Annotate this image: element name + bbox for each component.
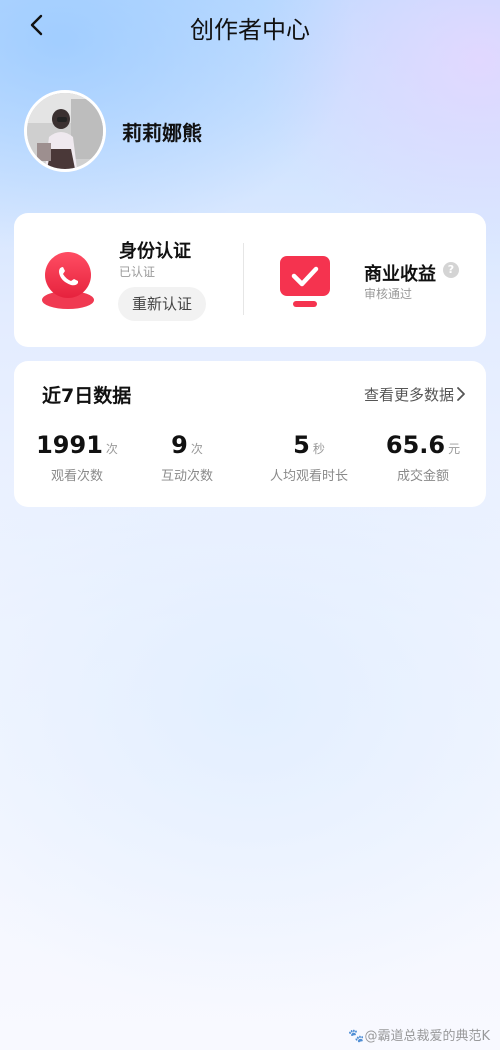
business-status: 审核通过 (364, 287, 413, 301)
page-title: 创作者中心 (190, 16, 310, 44)
stat-unit: 元 (448, 442, 461, 456)
nav-bar: 创作者中心 (0, 0, 500, 50)
stat-label: 人均观看时长 (269, 469, 348, 484)
profile-section: 莉莉娜熊 (24, 88, 202, 174)
stat-value: 9 (171, 431, 188, 459)
business-title: 商业收益 (364, 264, 436, 285)
stat-interactions[interactable]: 9次 互动次数 (128, 431, 246, 484)
stat-unit: 秒 (312, 442, 325, 456)
stat-views[interactable]: 1991 次 观看次数 (18, 431, 136, 484)
divider (243, 243, 244, 315)
chevron-right-icon[interactable] (454, 385, 468, 403)
stat-value: 5 (293, 431, 310, 459)
stat-value: 65.6 (385, 431, 446, 459)
watermark: 🐾@霸道总裁爱的典范K (348, 1029, 490, 1044)
stat-avg-watch-time[interactable]: 5秒 人均观看时长 (250, 431, 368, 484)
reverify-button[interactable]: 重新认证 (118, 287, 206, 321)
identity-status: 已认证 (119, 265, 156, 279)
identity-title: 身份认证 (119, 241, 191, 262)
stat-gmv[interactable]: 65.6 元 成交金额 (364, 431, 482, 484)
identity-verification[interactable]: 身份认证 已认证 重新认证 (14, 213, 250, 347)
view-more-link[interactable]: 查看更多数据 (364, 384, 454, 405)
verification-card: 身份认证 已认证 重新认证 商业收益 ? 审核通过 (14, 213, 486, 347)
stats-card: 近7日数据 查看更多数据 1991 次 观看次数 9次 互动次数 5秒 人均观看时… (14, 361, 486, 507)
stat-value: 1991 (36, 431, 103, 459)
avatar[interactable] (24, 90, 106, 172)
username: 莉莉娜熊 (122, 120, 202, 145)
id-verification-icon (42, 252, 94, 309)
stat-unit: 次 (190, 442, 203, 456)
monitor-check-icon (280, 256, 330, 307)
avatar-image (27, 93, 103, 169)
help-icon[interactable]: ? (443, 262, 459, 278)
stat-label: 成交金额 (396, 469, 449, 484)
stat-unit: 次 (105, 442, 118, 456)
stat-label: 互动次数 (160, 469, 213, 484)
stat-label: 观看次数 (50, 469, 103, 484)
stats-title: 近7日数据 (42, 385, 132, 407)
